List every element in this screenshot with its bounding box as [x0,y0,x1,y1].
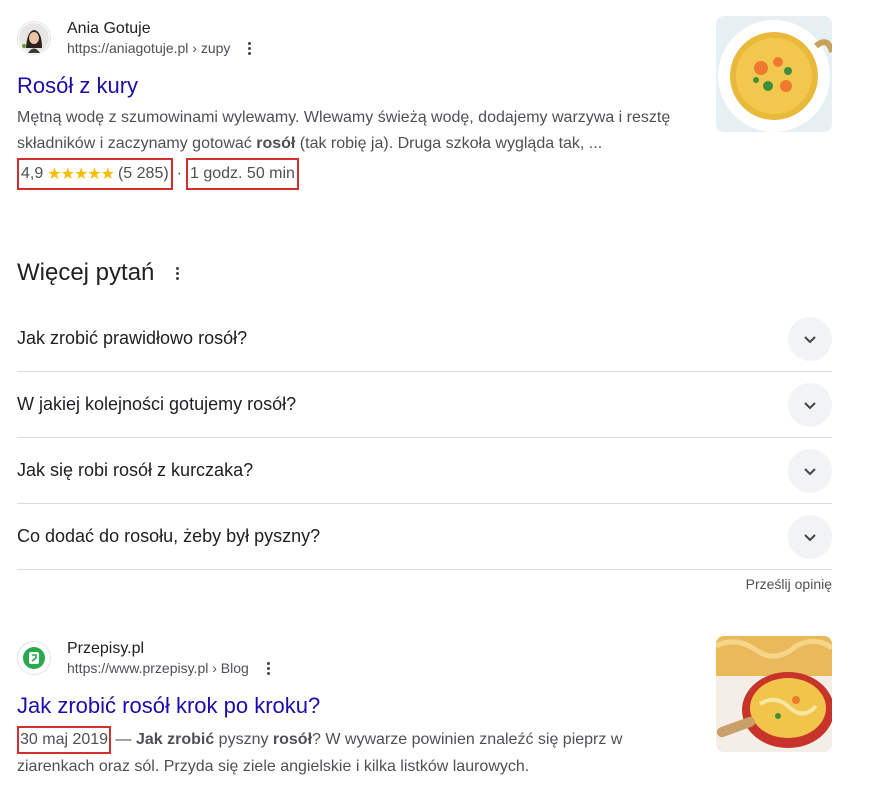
site-url: https://www.przepisy.pl › Blog [67,660,249,676]
chevron-down-icon[interactable] [788,316,832,361]
date-highlight: 30 maj 2019 [17,726,112,754]
site-name: Ania Gotuje [67,20,151,37]
przepisy-logo-icon [23,647,45,669]
paa-question-text: Co dodać do rosołu, żeby był pyszny? [17,526,321,546]
rich-snippet-meta: 4,9 ★★★★★ (5 285) · 1 godz. 50 min [17,158,832,190]
people-also-ask: Więcej pytań Jak zrobić prawidłowo rosół… [17,258,832,598]
soup-image-icon [716,16,832,132]
paa-heading: Więcej pytań [17,259,155,286]
paa-question-text: Jak zrobić prawidłowo rosół? [17,328,248,348]
site-url: https://aniagotuje.pl › zupy [67,40,231,56]
site-favicon [17,641,51,675]
star-rating-icon: ★★★★★ [47,166,115,183]
result-source[interactable]: Przepisy.pl https://www.przepisy.pl › Bl… [17,636,832,680]
paa-question-text: W jakiej kolejności gotujemy rosół? [17,394,297,414]
avatar-icon [19,23,49,53]
rating-value: 4,9 [21,165,44,182]
result-snippet: 30 maj 2019 — Jak zrobić pyszny rosół? W… [17,726,682,780]
result-title-link[interactable]: Rosół z kury [17,72,832,100]
more-options-icon[interactable] [263,660,274,677]
feedback-link[interactable]: Prześlij opinię [727,576,832,592]
separator: · [176,165,182,182]
cook-time-highlight: 1 godz. 50 min [186,158,299,190]
chevron-down-icon[interactable] [788,514,832,559]
result-thumbnail[interactable] [716,16,832,132]
search-result-aniagotuje: Ania Gotuje https://aniagotuje.pl › zupy… [17,16,832,190]
chevron-down-icon[interactable] [788,448,832,493]
paa-question[interactable]: W jakiej kolejności gotujemy rosół? [17,372,832,438]
rating-highlight: 4,9 ★★★★★ (5 285) [17,158,173,190]
paa-question-text: Jak się robi rosół z kurczaka? [17,460,254,480]
result-source[interactable]: Ania Gotuje https://aniagotuje.pl › zupy [17,16,832,60]
site-name: Przepisy.pl [67,640,145,657]
paa-question[interactable]: Co dodać do rosołu, żeby był pyszny? [17,504,832,570]
result-thumbnail[interactable] [716,636,832,752]
chevron-down-icon[interactable] [788,382,832,427]
site-favicon [17,21,51,55]
review-count: (5 285) [117,165,169,182]
result-snippet: Mętną wodę z szumowinami wylewamy. Wlewa… [17,109,671,152]
paa-question[interactable]: Jak zrobić prawidłowo rosół? [17,306,832,372]
more-options-icon[interactable] [244,40,255,57]
paa-more-options-icon[interactable] [176,266,180,280]
noodle-soup-image-icon [716,636,832,752]
result-date: 30 maj 2019 [20,731,109,748]
paa-question[interactable]: Jak się robi rosół z kurczaka? [17,438,832,504]
search-result-przepisy: Przepisy.pl https://www.przepisy.pl › Bl… [17,636,832,780]
cook-time: 1 godz. 50 min [190,165,295,182]
result-title-link[interactable]: Jak zrobić rosół krok po kroku? [17,692,832,720]
